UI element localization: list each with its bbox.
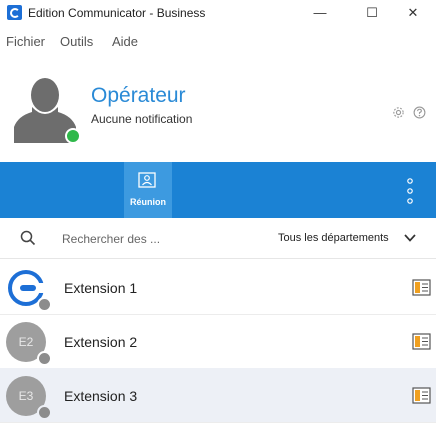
search-input[interactable] <box>60 227 254 251</box>
menu-aide[interactable]: Aide <box>112 34 138 49</box>
contact-card-icon[interactable] <box>412 333 431 350</box>
menu-outils[interactable]: Outils <box>60 34 93 49</box>
minimize-button[interactable]: — <box>297 0 343 26</box>
contact-status-dot <box>37 297 52 312</box>
contact-row-extension-1[interactable]: Extension 1 <box>0 260 436 315</box>
tab-reunion[interactable]: Réunion <box>124 162 172 218</box>
contact-row-extension-3[interactable]: E3 Extension 3 <box>0 368 436 423</box>
profile-header: Opérateur Aucune notification <box>0 58 436 162</box>
search-bar: Tous les départements <box>0 218 436 259</box>
chevron-down-icon[interactable] <box>404 233 416 243</box>
help-icon[interactable] <box>413 106 426 119</box>
presence-status-dot <box>65 128 81 144</box>
contact-card-icon[interactable] <box>412 279 431 296</box>
close-button[interactable]: ✕ <box>390 0 436 26</box>
contact-name: Extension 2 <box>64 334 138 350</box>
user-name: Opérateur <box>91 84 186 107</box>
contact-name: Extension 3 <box>64 388 138 404</box>
app-logo-icon <box>7 5 22 20</box>
contact-status-dot <box>37 351 52 366</box>
window-title: Edition Communicator - Business <box>28 6 206 20</box>
gear-icon[interactable] <box>392 106 405 119</box>
search-icon[interactable] <box>20 230 36 246</box>
maximize-button[interactable]: ☐ <box>349 0 395 26</box>
contact-row-extension-2[interactable]: E2 Extension 2 <box>0 314 436 369</box>
tab-reunion-label: Réunion <box>130 197 166 207</box>
notification-status: Aucune notification <box>91 112 193 126</box>
contact-status-dot <box>37 405 52 420</box>
tab-bar: Réunion <box>0 162 436 218</box>
contact-card-icon[interactable] <box>412 387 431 404</box>
meeting-icon <box>138 172 156 188</box>
more-options-icon[interactable] <box>402 176 418 206</box>
menu-fichier[interactable]: Fichier <box>6 34 45 49</box>
title-bar: Edition Communicator - Business — ☐ ✕ <box>0 0 436 26</box>
department-filter[interactable]: Tous les départements <box>278 232 389 244</box>
contact-name: Extension 1 <box>64 280 138 296</box>
